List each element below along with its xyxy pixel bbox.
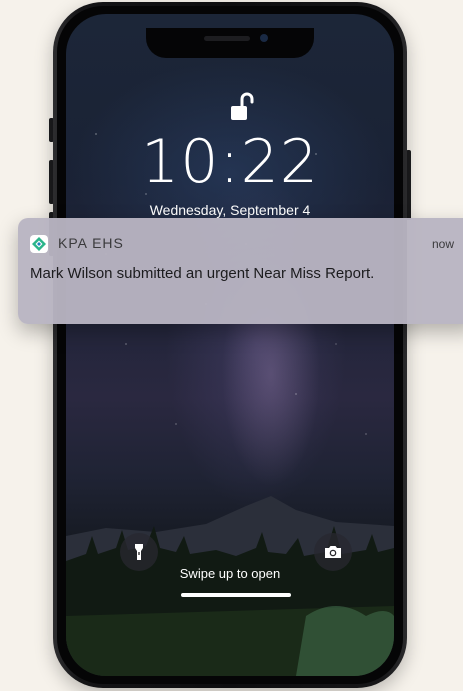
- kpa-ehs-logo-icon: [30, 235, 48, 253]
- flashlight-icon: [135, 544, 143, 560]
- notification-timestamp: now: [432, 237, 455, 251]
- lock-screen-date: Wednesday, September 4: [149, 202, 311, 218]
- earpiece-speaker: [204, 36, 250, 41]
- lock-screen-time: 10:22: [141, 127, 319, 197]
- camera-icon: [325, 546, 341, 558]
- lock-screen[interactable]: 10:22 Wednesday, September 4 Swipe up to…: [66, 14, 394, 676]
- notification-message: Mark Wilson submitted an urgent Near Mis…: [30, 265, 375, 282]
- home-indicator[interactable]: [181, 593, 291, 597]
- push-notification[interactable]: KPA EHS now Mark Wilson submitted an urg…: [18, 218, 463, 324]
- swipe-up-hint: Swipe up to open: [179, 566, 281, 581]
- unlocked-padlock-icon: [231, 92, 254, 120]
- notification-app-name: KPA EHS: [58, 235, 124, 251]
- notch: [146, 28, 314, 58]
- front-camera: [260, 34, 268, 42]
